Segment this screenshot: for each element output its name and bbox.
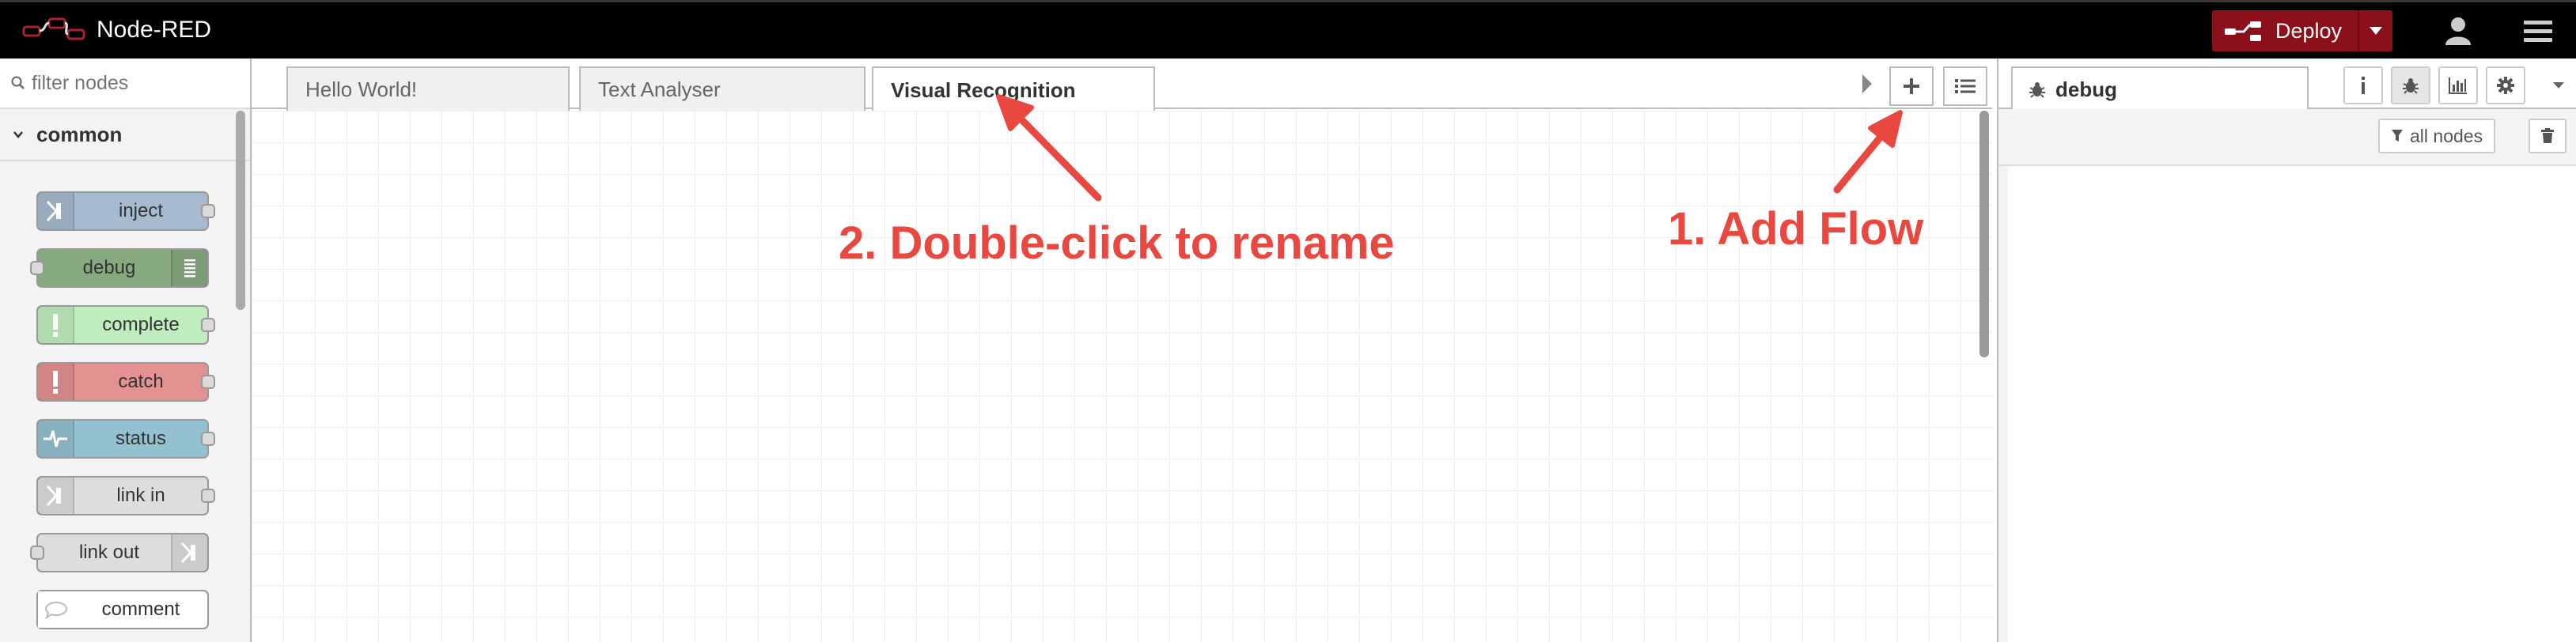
dashboard-tab-button[interactable] xyxy=(2438,66,2478,104)
sidebar-tab-debug[interactable]: debug xyxy=(2011,66,2309,111)
gear-icon xyxy=(2497,77,2514,94)
debug-toolbar: all nodes xyxy=(1998,109,2576,166)
info-tab-button[interactable] xyxy=(2343,66,2383,104)
filter-icon xyxy=(2392,130,2403,142)
debug-messages-area xyxy=(1998,166,2574,642)
info-icon xyxy=(2362,77,2365,94)
debug-tab-button[interactable] xyxy=(2391,66,2430,104)
add-flow-arrow xyxy=(1833,110,1903,194)
trash-icon xyxy=(2541,128,2554,143)
bar-chart-icon xyxy=(2449,77,2467,94)
bug-icon xyxy=(2403,78,2419,94)
sidebar-tab-bar: debug xyxy=(1998,59,2576,111)
sidebar-tab-label: debug xyxy=(2055,77,2117,101)
config-tab-button[interactable] xyxy=(2486,66,2525,104)
sidebar: debug all nodes xyxy=(1997,59,2576,642)
sidebar-menu-caret-icon[interactable] xyxy=(2552,81,2565,90)
filter-label: all nodes xyxy=(2410,125,2483,146)
clear-debug-button[interactable] xyxy=(2529,119,2567,153)
bug-icon xyxy=(2029,82,2045,98)
rename-arrow xyxy=(996,94,1102,202)
rename-annotation: 2. Double-click to rename xyxy=(839,217,1395,269)
filter-all-nodes-button[interactable]: all nodes xyxy=(2378,119,2496,153)
add-flow-annotation: 1. Add Flow xyxy=(1668,203,1924,255)
